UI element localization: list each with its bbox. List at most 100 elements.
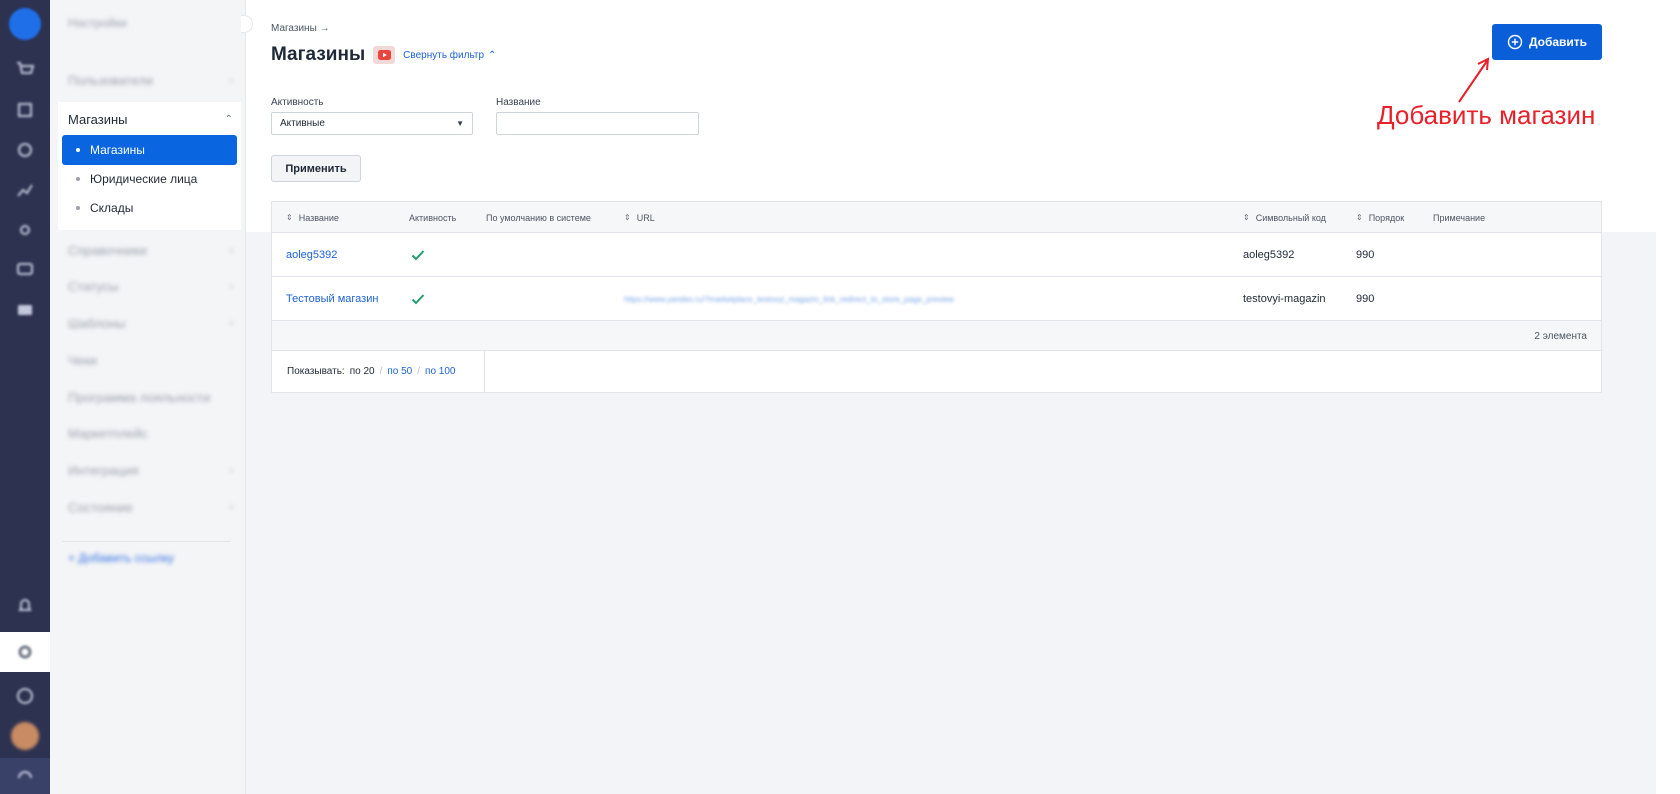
- shops-table: ⇕ Название Активность По умолчанию в сист…: [271, 201, 1602, 393]
- annotation-text: Добавить магазин: [1377, 100, 1596, 130]
- shop-name-link[interactable]: aoleg5392: [286, 233, 337, 277]
- active-check-icon: [411, 277, 425, 321]
- sidebar-item-templates[interactable]: Шаблоны ›: [68, 309, 233, 337]
- name-filter-input[interactable]: [496, 112, 699, 135]
- app-logo[interactable]: [9, 8, 41, 40]
- card-icon[interactable]: [9, 294, 41, 326]
- column-header-url[interactable]: ⇕ URL: [624, 202, 655, 233]
- order-cell: 990: [1356, 249, 1375, 261]
- activity-select[interactable]: Активные ▼: [271, 112, 473, 135]
- column-label: Порядок: [1368, 212, 1405, 223]
- page-size-selector: Показывать: по 20 / по 50 / по 100: [272, 351, 485, 392]
- bullet-icon: [76, 148, 80, 152]
- chat-icon[interactable]: [9, 254, 41, 286]
- video-help-icon[interactable]: [373, 46, 396, 64]
- sidebar-item-integration[interactable]: Интеграция ›: [68, 456, 233, 484]
- annotation-arrow: [1458, 57, 1490, 103]
- sort-icon: ⇕: [1356, 212, 1363, 222]
- code-cell: aoleg5392: [1243, 249, 1295, 261]
- sidebar-subitem-legal-entities[interactable]: Юридические лица: [62, 164, 237, 194]
- sidebar-item-loyalty[interactable]: Программа лояльности: [68, 383, 233, 411]
- collapse-filter-label: Свернуть фильтр: [403, 49, 485, 61]
- sidebar-item-receipts[interactable]: Чеки: [68, 346, 233, 374]
- chevron-right-icon: ›: [229, 244, 233, 256]
- help-icon[interactable]: [9, 680, 41, 712]
- settings-sidebar: Настройки Пользователи › Магазины ⌃ Магаз…: [50, 0, 246, 794]
- cart-icon[interactable]: [9, 54, 41, 86]
- user-avatar[interactable]: [11, 722, 39, 750]
- sort-icon: ⇕: [624, 212, 631, 222]
- column-header-default: По умолчанию в системе: [486, 202, 591, 233]
- box-icon[interactable]: [9, 94, 41, 126]
- column-header-order[interactable]: ⇕ Порядок: [1356, 202, 1404, 233]
- add-button-label: Добавить: [1528, 35, 1588, 49]
- column-header-name[interactable]: ⇕ Название: [286, 202, 339, 233]
- sidebar-item-label: Состояние: [68, 499, 133, 515]
- chevron-right-icon: ›: [229, 280, 233, 292]
- shop-name-link[interactable]: Тестовый магазин: [286, 277, 378, 321]
- column-label: Активность: [409, 212, 457, 223]
- sidebar-title: Настройки: [68, 16, 127, 30]
- column-label: Символьный код: [1255, 212, 1326, 223]
- page-size-option-50[interactable]: по 50: [387, 366, 412, 377]
- column-header-code[interactable]: ⇕ Символьный код: [1243, 202, 1326, 233]
- sidebar-item-label: Статусы: [68, 278, 119, 294]
- page-size-current: по 20: [349, 366, 375, 377]
- chevron-up-icon: ⌃: [224, 113, 233, 125]
- column-label: Название: [298, 212, 339, 223]
- sidebar-subitem-label: Склады: [90, 201, 134, 215]
- main-content: Магазины → Магазины Свернуть фильтр ⌃ До…: [246, 0, 1656, 794]
- chevron-right-icon: ›: [229, 501, 233, 513]
- bell-icon[interactable]: [9, 590, 41, 622]
- add-link-label: Добавить ссылку: [78, 551, 174, 565]
- table-row[interactable]: aoleg5392 aoleg5392 990: [272, 233, 1601, 277]
- page-size-label: Показывать:: [287, 366, 345, 377]
- sidebar-item-label: Маркетплейс: [68, 425, 148, 441]
- url-link[interactable]: https://www.yandex.ru/?marketplace_testo…: [624, 277, 954, 321]
- sidebar-subitem-shops[interactable]: Магазины: [62, 135, 237, 165]
- add-button[interactable]: Добавить: [1492, 24, 1602, 60]
- separator: /: [379, 366, 383, 377]
- sidebar-item-statuses[interactable]: Статусы ›: [68, 272, 233, 300]
- page-size-option-100[interactable]: по 100: [425, 366, 455, 377]
- sidebar-item-marketplace[interactable]: Маркетплейс: [68, 419, 233, 447]
- gear-icon: [9, 636, 41, 668]
- table-row[interactable]: Тестовый магазин https://www.yandex.ru/?…: [272, 277, 1601, 321]
- sidebar-item-state[interactable]: Состояние ›: [68, 493, 233, 521]
- separator: /: [417, 366, 421, 377]
- sidebar-item-label: Шаблоны: [68, 315, 126, 331]
- app-icon-rail: [0, 0, 50, 794]
- sidebar-item-directories[interactable]: Справочники ›: [68, 236, 233, 264]
- column-label: Примечание: [1433, 212, 1486, 223]
- headset-icon[interactable]: [9, 760, 41, 792]
- chevron-up-icon: ⌃: [488, 49, 497, 61]
- sidebar-divider: [62, 541, 231, 542]
- plus-circle-icon: [1507, 34, 1523, 50]
- sidebar-item-users[interactable]: Пользователи ›: [68, 66, 233, 94]
- page-title: Магазины: [271, 44, 366, 65]
- add-link-button[interactable]: + Добавить ссылку: [68, 551, 174, 565]
- table-header: ⇕ Название Активность По умолчанию в сист…: [272, 202, 1601, 233]
- active-check-icon: [411, 233, 425, 277]
- sidebar-group-header[interactable]: Магазины ⌃: [68, 106, 233, 132]
- target-icon[interactable]: [9, 134, 41, 166]
- sidebar-subitem-label: Магазины: [90, 143, 145, 157]
- sidebar-subitem-warehouses[interactable]: Склады: [62, 193, 237, 223]
- item-count: 2 элемента: [1534, 330, 1587, 342]
- bullet-icon: [76, 177, 80, 181]
- breadcrumb[interactable]: Магазины →: [271, 23, 330, 34]
- collapse-filter-toggle[interactable]: Свернуть фильтр ⌃: [403, 50, 496, 61]
- apply-filter-button[interactable]: Применить: [271, 155, 361, 182]
- rail-settings-active[interactable]: [0, 632, 50, 672]
- column-header-activity: Активность: [409, 202, 456, 233]
- sidebar-item-label: Программа лояльности: [68, 389, 211, 405]
- chevron-right-icon: ›: [229, 74, 233, 86]
- activity-filter-label: Активность: [271, 97, 324, 108]
- sort-icon: ⇕: [286, 212, 293, 222]
- settings-gear-icon[interactable]: [9, 214, 41, 246]
- column-header-note: Примечание: [1433, 202, 1485, 233]
- chart-icon[interactable]: [9, 174, 41, 206]
- sidebar-item-label: Пользователи: [68, 72, 153, 88]
- sidebar-item-label: Чеки: [68, 352, 97, 368]
- sidebar-group-shops: Магазины ⌃ Магазины Юридические лица Скл…: [58, 102, 241, 230]
